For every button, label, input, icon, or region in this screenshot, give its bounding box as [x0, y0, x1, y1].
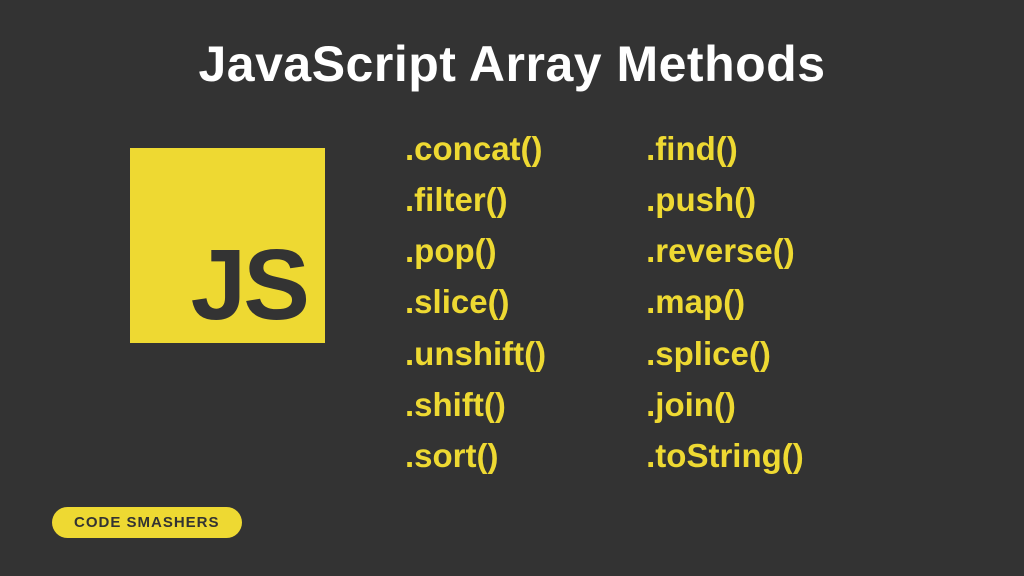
method-item: .concat() [405, 123, 546, 174]
method-item: .pop() [405, 225, 546, 276]
js-logo-text: JS [191, 235, 307, 335]
method-item: .filter() [405, 174, 546, 225]
method-column-1: .concat() .filter() .pop() .slice() .uns… [405, 123, 546, 481]
brand-badge: CODE SMASHERS [52, 507, 242, 538]
methods-list: .concat() .filter() .pop() .slice() .uns… [405, 123, 804, 481]
page-title: JavaScript Array Methods [0, 0, 1024, 93]
method-item: .toString() [646, 430, 804, 481]
method-item: .reverse() [646, 225, 804, 276]
method-item: .map() [646, 276, 804, 327]
method-item: .sort() [405, 430, 546, 481]
js-logo: JS [130, 148, 325, 343]
method-item: .splice() [646, 328, 804, 379]
method-column-2: .find() .push() .reverse() .map() .splic… [646, 123, 804, 481]
method-item: .push() [646, 174, 804, 225]
method-item: .slice() [405, 276, 546, 327]
method-item: .shift() [405, 379, 546, 430]
method-item: .join() [646, 379, 804, 430]
method-item: .find() [646, 123, 804, 174]
method-item: .unshift() [405, 328, 546, 379]
content-area: JS .concat() .filter() .pop() .slice() .… [0, 93, 1024, 481]
